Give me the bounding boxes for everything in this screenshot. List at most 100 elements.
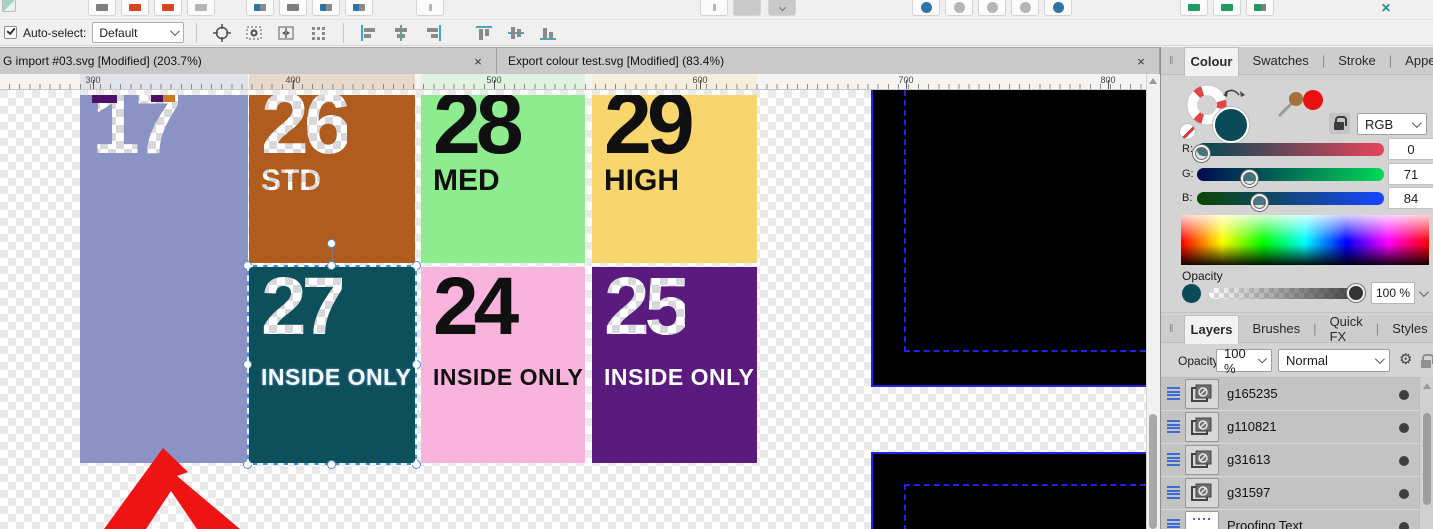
layer-visibility-dot[interactable] (1399, 522, 1409, 529)
toolbar-button[interactable] (88, 0, 116, 16)
opacity-slider[interactable] (1209, 288, 1357, 299)
selection-handle[interactable] (243, 360, 252, 369)
chevron-down-icon[interactable] (1418, 287, 1429, 298)
toolbar-dropdown[interactable] (768, 0, 796, 16)
canvas-tile-28[interactable]: 28 MED (421, 95, 585, 263)
tab-appearance[interactable]: Appearance (1399, 47, 1433, 75)
align-middle-icon[interactable] (503, 22, 529, 43)
tab-layers[interactable]: Layers (1183, 314, 1240, 344)
colour-mode-dropdown[interactable]: RGB (1357, 113, 1427, 135)
close-icon[interactable]: × (1133, 54, 1149, 69)
tab-brushes[interactable]: Brushes (1246, 315, 1306, 343)
layer-drag-icon[interactable] (1167, 420, 1180, 434)
layer-drag-icon[interactable] (1167, 387, 1180, 401)
canvas-viewport[interactable]: 17 26 STD 28 MED 29 HIGH 27 INSIDE ONLY … (0, 90, 1146, 529)
panel-grip[interactable]: ‖ (1169, 323, 1175, 335)
toolbar-button[interactable] (416, 0, 444, 16)
blue-slider[interactable] (1197, 192, 1384, 211)
scroll-up-icon[interactable] (1423, 383, 1431, 389)
tab-stroke[interactable]: Stroke (1332, 47, 1382, 75)
app-menu-icon[interactable] (2, 0, 16, 12)
align-center-h-icon[interactable] (388, 22, 414, 43)
transform-mirror-icon[interactable] (273, 22, 299, 43)
blend-mode-dropdown[interactable]: Normal (1278, 349, 1390, 372)
align-bottom-icon[interactable] (535, 22, 561, 43)
layer-visibility-dot[interactable] (1399, 423, 1409, 433)
tab-quick-fx[interactable]: Quick FX (1324, 314, 1369, 344)
auto-select-dropdown[interactable]: Default (92, 22, 185, 43)
canvas-tile-26[interactable]: 26 STD (249, 95, 415, 263)
green-slider[interactable] (1197, 168, 1384, 187)
rotation-handle[interactable] (327, 239, 336, 248)
panel-grip[interactable]: ‖ (1169, 55, 1175, 67)
toolbar-button[interactable] (1246, 0, 1274, 16)
layer-drag-icon[interactable] (1167, 519, 1180, 529)
layer-lock-icon[interactable] (1419, 351, 1433, 369)
canvas-tile-25[interactable]: 25 INSIDE ONLY (592, 267, 757, 463)
tab-swatches[interactable]: Swatches (1246, 47, 1314, 75)
tab-export-colour-test[interactable]: Export colour test.svg [Modified] (83.4%… (497, 48, 1160, 74)
toolbar-button[interactable] (121, 0, 149, 16)
layer-drag-icon[interactable] (1167, 486, 1180, 500)
toolbar-button[interactable] (945, 0, 973, 16)
canvas-vertical-scrollbar[interactable] (1146, 74, 1159, 529)
canvas-tile-17[interactable]: 17 (80, 95, 248, 463)
snap-target-icon[interactable] (209, 22, 235, 43)
layer-row[interactable]: g110821 (1161, 411, 1419, 444)
colour-lock-icon[interactable] (1329, 113, 1350, 134)
layer-drag-icon[interactable] (1167, 453, 1180, 467)
red-slider[interactable] (1193, 143, 1384, 162)
selection-handle[interactable] (327, 261, 336, 270)
layer-visibility-dot[interactable] (1399, 456, 1409, 466)
layer-opacity-dropdown[interactable]: 100 % (1216, 346, 1272, 376)
canvas-tile-27[interactable]: 27 INSIDE ONLY (249, 267, 415, 463)
toolbar-button[interactable] (1180, 0, 1208, 16)
toolbar-button[interactable] (345, 0, 373, 16)
tab-styles[interactable]: Styles (1386, 315, 1433, 343)
toolbar-button[interactable] (279, 0, 307, 16)
align-left-icon[interactable] (356, 22, 382, 43)
toolbar-button[interactable] (700, 0, 728, 16)
selection-handle[interactable] (412, 261, 421, 270)
scrollbar-thumb[interactable] (1423, 413, 1431, 505)
opacity-slider-handle[interactable] (1347, 284, 1365, 302)
toolbar-button[interactable] (1044, 0, 1072, 16)
tab-colour[interactable]: Colour (1183, 46, 1240, 76)
close-icon[interactable]: × (470, 54, 486, 69)
layer-list-scrollbar[interactable] (1419, 377, 1433, 529)
selection-handle[interactable] (412, 460, 421, 469)
canvas-tile-29[interactable]: 29 HIGH (592, 95, 757, 263)
layer-thumbnail[interactable] (1185, 379, 1219, 409)
tab-g-import[interactable]: G import #03.svg [Modified] (203.7%) × (0, 48, 497, 74)
toolbar-button[interactable] (246, 0, 274, 16)
layer-row[interactable]: g31597 (1161, 477, 1419, 510)
blue-value-field[interactable]: 84 (1388, 187, 1433, 209)
selection-handle[interactable] (327, 460, 336, 469)
layer-settings-gear-icon[interactable]: ⚙ (1399, 350, 1412, 368)
marquee-grid-icon[interactable] (305, 22, 331, 43)
red-value-field[interactable]: 0 (1388, 138, 1433, 160)
toolbar-button[interactable] (1011, 0, 1039, 16)
layer-visibility-dot[interactable] (1399, 390, 1409, 400)
edit-all-layers-icon[interactable] (241, 22, 267, 43)
selection-handle[interactable] (243, 261, 252, 270)
green-value-field[interactable]: 71 (1388, 163, 1433, 185)
scrollbar-thumb[interactable] (1149, 414, 1157, 529)
text-layer-thumbnail[interactable] (1185, 511, 1219, 529)
selection-handle[interactable] (412, 360, 421, 369)
picked-colour-dot[interactable] (1303, 90, 1323, 110)
toolbar-button[interactable] (912, 0, 940, 16)
colour-spectrum-picker[interactable] (1181, 215, 1429, 265)
auto-select-checkbox[interactable] (4, 26, 17, 39)
layer-row[interactable]: g31613 (1161, 444, 1419, 477)
scroll-up-icon[interactable] (1149, 78, 1157, 84)
toolbar-button[interactable]: ✕ (1372, 0, 1400, 16)
toolbar-button[interactable] (312, 0, 340, 16)
black-rectangle-object[interactable] (871, 452, 1146, 529)
toolbar-button[interactable] (154, 0, 182, 16)
layer-thumbnail[interactable] (1185, 412, 1219, 442)
toolbar-dropdown[interactable] (733, 0, 761, 16)
toolbar-button[interactable] (1213, 0, 1241, 16)
opacity-value-dropdown[interactable]: 100 % (1371, 282, 1415, 304)
layer-thumbnail[interactable] (1185, 445, 1219, 475)
